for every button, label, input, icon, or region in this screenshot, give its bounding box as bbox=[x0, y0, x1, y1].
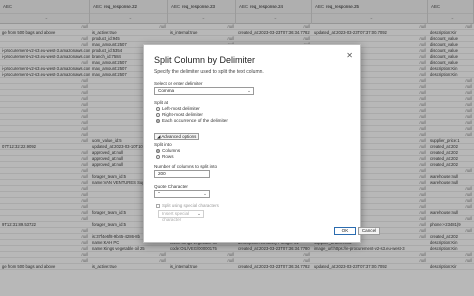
split-into-label: Split into bbox=[154, 142, 172, 147]
cancel-button[interactable]: Cancel bbox=[358, 227, 380, 235]
radio-label: Right-most delimiter bbox=[162, 112, 203, 117]
close-icon[interactable]: ✕ bbox=[346, 51, 353, 60]
radio-dot-selected bbox=[156, 148, 160, 153]
quote-character-label: Quote Character bbox=[154, 184, 188, 189]
dialog-title: Split Column by Delimiter bbox=[154, 55, 256, 65]
split-column-dialog: Split Column by Delimiter ✕ Specify the … bbox=[143, 44, 361, 243]
radio-label: Each occurrence of the delimiter bbox=[162, 118, 228, 123]
radio-label: Left-most delimiter bbox=[162, 106, 200, 111]
radio-label: Rows bbox=[162, 154, 174, 159]
split-at-label: Split at bbox=[154, 100, 169, 105]
delimiter-value: Comma bbox=[158, 88, 175, 93]
delimiter-select[interactable]: Comma ⌄ bbox=[154, 87, 254, 95]
special-characters-checkbox[interactable]: Split using special characters bbox=[156, 203, 219, 208]
quote-character-select[interactable]: " ⌄ bbox=[154, 190, 210, 198]
num-columns-label: Number of columns to split into bbox=[154, 164, 218, 169]
triangle-down-icon: ◢ bbox=[157, 134, 161, 139]
radio-rows[interactable]: Rows bbox=[156, 154, 174, 159]
radio-dot bbox=[156, 106, 160, 111]
radio-columns[interactable]: Columns bbox=[156, 148, 180, 153]
advanced-options-toggle[interactable]: ◢ Advanced options bbox=[154, 133, 200, 140]
chevron-down-icon: ⌄ bbox=[197, 211, 201, 216]
chevron-down-icon: ⌄ bbox=[247, 88, 251, 93]
num-columns-input[interactable]: 200 bbox=[154, 170, 210, 178]
checkbox-label: Split using special characters bbox=[162, 203, 219, 208]
advanced-options-label: Advanced options bbox=[161, 134, 197, 139]
radio-label: Columns bbox=[162, 148, 181, 153]
insert-special-character-label: Insert special character bbox=[162, 211, 190, 222]
ok-button[interactable]: OK bbox=[334, 227, 356, 235]
checkbox-box bbox=[156, 203, 160, 208]
delimiter-label: Select or enter delimiter bbox=[154, 81, 203, 86]
quote-character-value: " bbox=[158, 191, 160, 196]
dialog-subtitle: Specify the delimiter used to split the … bbox=[154, 69, 264, 75]
chevron-down-icon: ⌄ bbox=[203, 191, 207, 196]
radio-each-occurrence[interactable]: Each occurrence of the delimiter bbox=[156, 118, 228, 123]
radio-left-most[interactable]: Left-most delimiter bbox=[156, 106, 200, 111]
radio-dot bbox=[156, 112, 160, 117]
radio-dot-selected bbox=[156, 118, 160, 123]
radio-right-most[interactable]: Right-most delimiter bbox=[156, 112, 203, 117]
insert-special-character-select[interactable]: Insert special character ⌄ bbox=[158, 210, 204, 222]
radio-dot bbox=[156, 154, 160, 159]
